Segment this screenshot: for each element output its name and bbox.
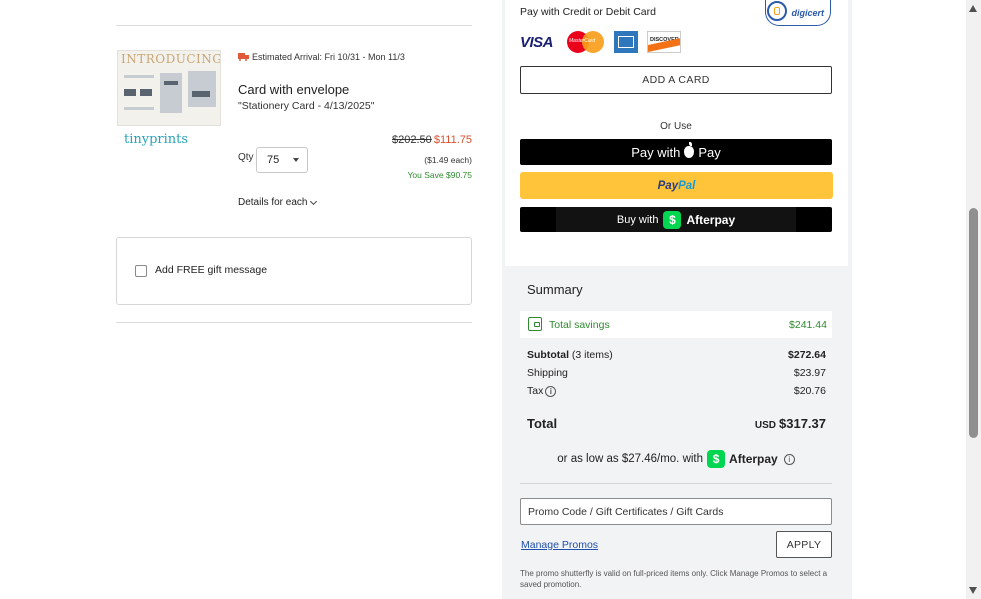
total-savings-value: $241.44 bbox=[789, 319, 827, 331]
info-icon[interactable]: i bbox=[783, 453, 795, 465]
total-currency: USD bbox=[754, 420, 776, 431]
top-divider bbox=[116, 25, 472, 26]
mastercard-text: MasterCard bbox=[569, 38, 596, 44]
thumbnail-graphic bbox=[192, 91, 210, 97]
subtotal-label: Subtotal (3 items) bbox=[527, 349, 613, 361]
product-title: Card with envelope bbox=[238, 82, 350, 97]
caret-down-icon bbox=[293, 158, 299, 162]
promo-code-input[interactable] bbox=[520, 498, 832, 525]
info-icon[interactable]: i bbox=[545, 386, 557, 397]
qty-label: Qty bbox=[238, 152, 254, 163]
gift-message-label[interactable]: Add FREE gift message bbox=[155, 264, 267, 276]
thumbnail-graphic bbox=[188, 71, 216, 107]
product-thumbnail[interactable]: INTRODUCING bbox=[117, 50, 221, 126]
quantity-select[interactable]: 75 bbox=[256, 147, 308, 173]
digicert-icon bbox=[767, 1, 787, 21]
payment-title: Pay with Credit or Debit Card bbox=[520, 6, 656, 18]
mastercard-logo: MasterCard bbox=[567, 30, 605, 54]
subtotal-value: $272.64 bbox=[788, 349, 826, 361]
quantity-value: 75 bbox=[267, 154, 280, 166]
tax-value: $20.76 bbox=[793, 385, 826, 397]
visa-logo: VISA bbox=[520, 33, 554, 51]
installment-provider: Afterpay bbox=[729, 452, 778, 466]
apply-button[interactable]: APPLY bbox=[776, 531, 832, 558]
afterpay-buy-with: Buy with bbox=[616, 213, 659, 226]
summary-title: Summary bbox=[527, 282, 583, 297]
promo-divider bbox=[520, 483, 832, 484]
details-toggle[interactable]: Details for each bbox=[238, 197, 318, 208]
installment-info: or as low as $27.46/mo. with $ Afterpay … bbox=[520, 450, 832, 468]
subtotal-label-text: Subtotal bbox=[527, 349, 569, 361]
thumbnail-graphic bbox=[124, 89, 136, 96]
truck-icon bbox=[238, 53, 249, 61]
gift-message-box: Add FREE gift message bbox=[116, 237, 472, 305]
total-value: $317.37 bbox=[779, 416, 826, 431]
total-amount: USD $317.37 bbox=[755, 416, 826, 431]
scrollbar-thumb[interactable] bbox=[969, 208, 978, 438]
apple-icon bbox=[684, 141, 695, 158]
apple-pay-prefix: Pay with bbox=[631, 144, 681, 160]
apple-pay-button[interactable]: Pay with Pay bbox=[520, 139, 832, 165]
wallet-icon bbox=[528, 317, 542, 331]
scroll-down-icon[interactable] bbox=[969, 587, 977, 594]
brand-name: tinyprints bbox=[124, 132, 189, 147]
chevron-down-icon bbox=[310, 197, 318, 205]
estimated-arrival-text: Estimated Arrival: Fri 10/31 - Mon 11/3 bbox=[252, 52, 405, 62]
total-savings-label: Total savings bbox=[549, 319, 610, 331]
thumbnail-text: INTRODUCING bbox=[121, 52, 221, 66]
bottom-divider bbox=[116, 322, 472, 323]
subtotal-items: (3 items) bbox=[571, 349, 613, 361]
afterpay-name: Afterpay bbox=[686, 212, 736, 227]
estimated-arrival: Estimated Arrival: Fri 10/31 - Mon 11/3 bbox=[238, 52, 405, 62]
thumbnail-graphic bbox=[160, 73, 182, 113]
total-label: Total bbox=[527, 416, 558, 431]
apple-pay-suffix: Pay bbox=[698, 144, 721, 160]
thumbnail-graphic bbox=[124, 107, 154, 110]
dollar-badge-icon: $ bbox=[707, 450, 726, 468]
card-brands: VISA MasterCard DISCOVER bbox=[520, 30, 681, 54]
thumbnail-graphic bbox=[164, 81, 178, 85]
gift-message-checkbox[interactable] bbox=[135, 265, 147, 277]
item-savings: You Save $90.75 bbox=[407, 170, 472, 180]
installment-text: or as low as $27.46/mo. with bbox=[557, 453, 704, 465]
paypal-button[interactable]: Pay Pal bbox=[520, 172, 833, 199]
shipping-label: Shipping bbox=[527, 367, 568, 379]
digicert-text: digicert bbox=[791, 7, 824, 18]
paypal-logo-part1: Pay bbox=[657, 179, 679, 192]
add-card-button[interactable]: ADD A CARD bbox=[520, 66, 832, 94]
paypal-logo-part2: Pal bbox=[678, 179, 696, 192]
shipping-value: $23.97 bbox=[793, 367, 826, 379]
scroll-up-icon[interactable] bbox=[969, 5, 977, 12]
promo-note: The promo shutterfly is valid on full-pr… bbox=[520, 569, 828, 589]
price-each: ($1.49 each) bbox=[424, 155, 472, 165]
tax-row-label: Tax i bbox=[527, 385, 557, 397]
tax-label: Tax bbox=[527, 385, 544, 397]
details-label: Details for each bbox=[238, 197, 308, 208]
digicert-badge[interactable]: digicert bbox=[765, 0, 831, 26]
dollar-badge-icon: $ bbox=[663, 210, 682, 229]
afterpay-button[interactable]: Buy with $ Afterpay bbox=[520, 207, 832, 232]
sale-price: $111.75 bbox=[433, 134, 472, 146]
amex-logo bbox=[614, 31, 638, 53]
original-price: $202.50 bbox=[392, 134, 432, 146]
discover-logo: DISCOVER bbox=[647, 31, 681, 53]
thumbnail-graphic bbox=[124, 75, 154, 78]
manage-promos-link[interactable]: Manage Promos bbox=[521, 539, 598, 551]
or-use-label: Or Use bbox=[660, 121, 692, 132]
total-savings-bar: Total savings $241.44 bbox=[520, 311, 832, 338]
product-subtitle: "Stationery Card - 4/13/2025" bbox=[238, 100, 375, 112]
thumbnail-graphic bbox=[140, 89, 152, 96]
